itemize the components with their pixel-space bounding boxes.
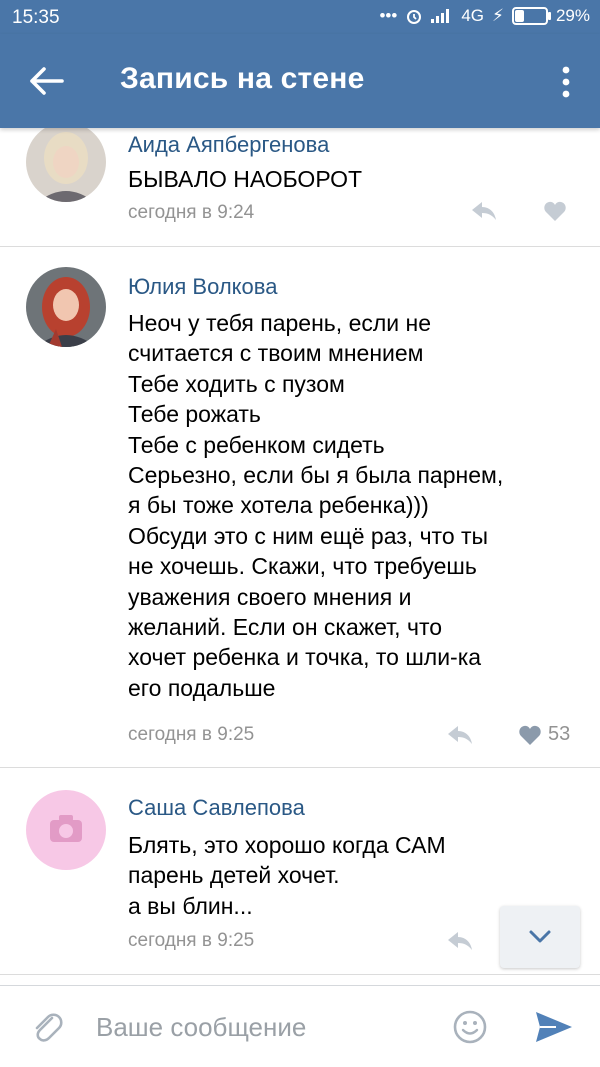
page-title: Запись на стене: [120, 62, 365, 95]
charging-icon: ⚡: [492, 6, 504, 25]
comment-item: Аида Аяпбергенова БЫВАЛО НАОБОРОТ сегодн…: [0, 122, 600, 246]
chevron-down-icon: [529, 930, 551, 943]
status-bar: 15:35 ••• 4G ⚡ 29%: [0, 0, 600, 34]
alarm-icon: [407, 10, 422, 24]
heart-icon[interactable]: [543, 200, 567, 222]
scroll-down-button[interactable]: [500, 906, 580, 968]
avatar[interactable]: [26, 122, 106, 202]
reply-icon[interactable]: [470, 200, 498, 222]
compose-bar: Ваше сообщение: [0, 985, 600, 1067]
avatar[interactable]: [26, 790, 106, 870]
send-icon[interactable]: [534, 1010, 574, 1044]
app-bar: Запись на стене: [0, 34, 600, 128]
comment-time: сегодня в 9:24: [128, 202, 255, 223]
comment-time: сегодня в 9:25: [128, 930, 255, 951]
divider: [0, 974, 600, 975]
heart-icon[interactable]: [518, 724, 542, 746]
comment-text: БЫВАЛО НАОБОРОТ: [128, 166, 363, 192]
reply-icon[interactable]: [446, 930, 474, 952]
network-label: 4G: [461, 6, 485, 25]
avatar[interactable]: [26, 267, 106, 347]
comment-item: Юлия Волкова Неоч у тебя парень, если не…: [0, 247, 600, 767]
back-arrow-icon[interactable]: [26, 64, 66, 98]
comment-author[interactable]: Аида Аяпбергенова: [128, 132, 329, 158]
smile-icon[interactable]: [452, 1009, 488, 1045]
message-input[interactable]: Ваше сообщение: [96, 1012, 306, 1043]
like-count: 53: [548, 723, 571, 745]
battery-percent: 29%: [555, 6, 590, 25]
battery-icon: [511, 7, 551, 25]
comment-text: Неоч у тебя парень, если не считается с …: [128, 310, 504, 701]
comment-author[interactable]: Юлия Волкова: [128, 274, 277, 300]
comment-time: сегодня в 9:25: [128, 724, 255, 745]
dots-icon: •••: [379, 6, 398, 25]
signal-icon: [431, 9, 450, 23]
status-icons: ••• 4G ⚡ 29%: [379, 6, 590, 26]
paperclip-icon[interactable]: [30, 1010, 64, 1044]
comment-author[interactable]: Саша Савлепова: [128, 795, 305, 821]
more-vertical-icon[interactable]: [556, 64, 576, 100]
status-time: 15:35: [12, 7, 60, 28]
reply-icon[interactable]: [446, 724, 474, 746]
